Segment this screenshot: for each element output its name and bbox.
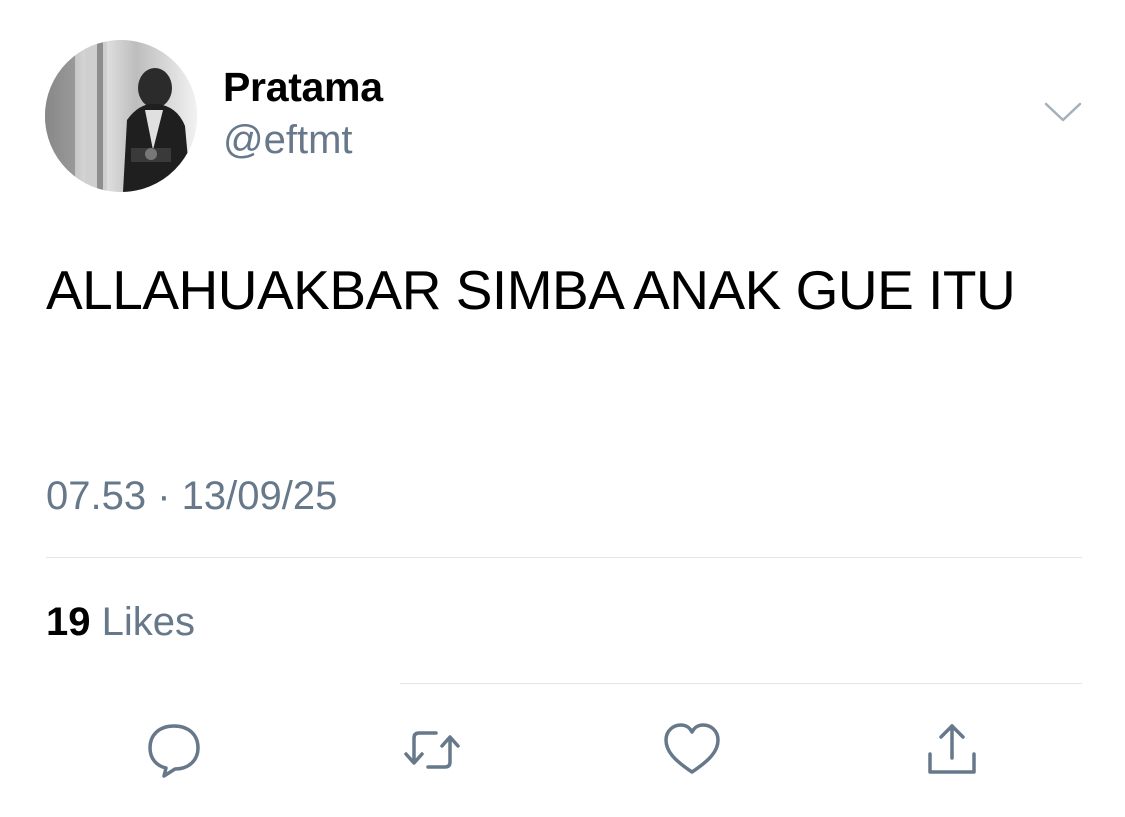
divider [46, 557, 1082, 558]
likes-stat[interactable]: 19 Likes [46, 600, 195, 645]
divider [400, 683, 1082, 684]
retweet-button[interactable] [400, 718, 464, 782]
user-handle[interactable]: @eftmt [223, 118, 353, 163]
display-name[interactable]: Pratama [223, 64, 383, 111]
chevron-down-icon[interactable] [1040, 92, 1086, 132]
retweet-arrows-icon [404, 731, 460, 769]
speech-bubble-icon [148, 724, 200, 778]
tweet-timestamp[interactable]: 07.53 · 13/09/25 [46, 474, 337, 519]
share-button[interactable] [920, 718, 984, 782]
likes-label: Likes [101, 600, 196, 644]
profile-photo [45, 40, 197, 192]
avatar[interactable] [45, 40, 197, 192]
likes-count: 19 [46, 600, 91, 644]
tweet-text: ALLAHUAKBAR SIMBA ANAK GUE ITU [46, 259, 1016, 321]
reply-button[interactable] [142, 718, 206, 782]
like-button[interactable] [660, 718, 724, 782]
heart-icon [664, 723, 720, 774]
upload-arrow-icon [928, 724, 976, 774]
